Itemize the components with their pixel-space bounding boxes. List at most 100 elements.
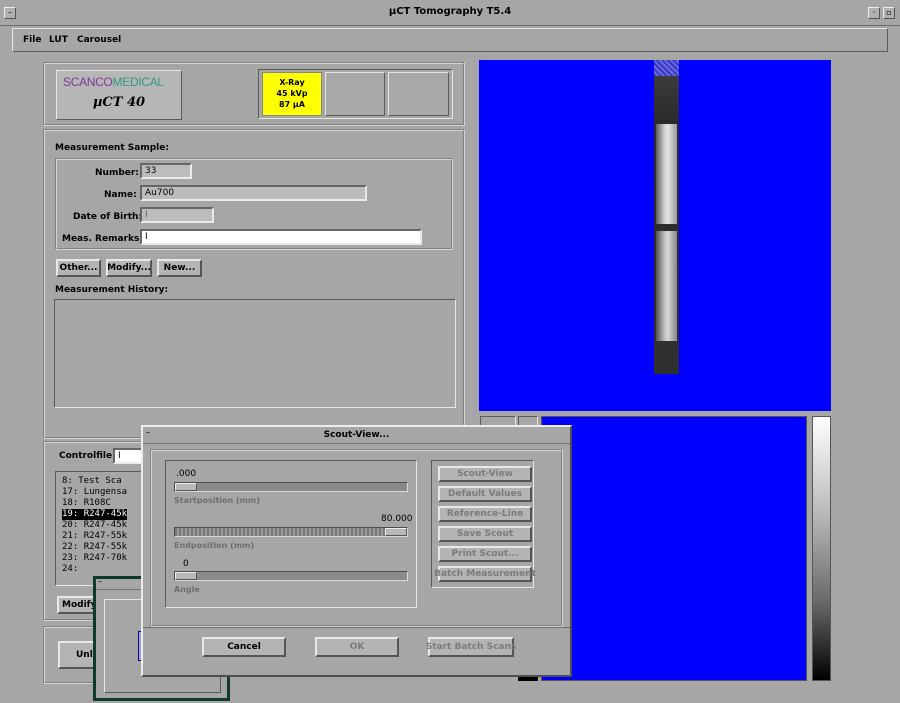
controlfile-item-number: 22: xyxy=(62,542,79,552)
start-position-value: .000 xyxy=(176,469,197,479)
start-position-thumb[interactable] xyxy=(175,483,197,491)
controlfile-list[interactable]: 8: Test Sca 17: Lungensa 18: R108C 19: R247… xyxy=(55,471,145,586)
maximize-icon[interactable]: ▫ xyxy=(883,7,895,19)
control-modify-button[interactable]: Modify xyxy=(57,596,97,614)
end-position-fill xyxy=(175,528,407,536)
scout-view-button[interactable]: Scout-View xyxy=(438,466,532,482)
controlfile-item-name: R247-70k xyxy=(83,553,128,563)
controlfile-list-item[interactable]: 20: R247-45k xyxy=(62,520,127,531)
end-position-caption: Endposition (mm) xyxy=(174,541,255,550)
number-field[interactable]: 33 xyxy=(140,163,192,179)
window-title-bar: – µCT Tomography T5.4 · ▫ xyxy=(0,0,900,26)
scanco-logo: SCANCOMEDICAL µCT 40 xyxy=(56,70,182,120)
xray-line2: 45 kVp xyxy=(276,89,308,98)
logo-brand-left: SCANCO xyxy=(63,75,113,89)
save-scout-button[interactable]: Save Scout xyxy=(438,526,532,542)
print-scout-button[interactable]: Print Scout... xyxy=(438,546,532,562)
ok-button[interactable]: OK xyxy=(315,637,399,657)
controlfile-item-number: 17: xyxy=(62,487,79,497)
dob-field[interactable]: I xyxy=(140,207,214,223)
sample-segment-upper xyxy=(656,124,677,224)
controlfile-list-item[interactable]: 18: R108C xyxy=(62,498,127,509)
background-dialog-menu-icon[interactable]: – xyxy=(98,577,102,586)
angle-thumb[interactable] xyxy=(175,572,197,580)
lut-grayscale-bar[interactable] xyxy=(812,416,831,681)
remarks-label: Meas. Remarks: xyxy=(62,234,143,244)
other-button[interactable]: Other... xyxy=(56,259,101,277)
controlfile-item-name: Lungensa xyxy=(83,487,128,497)
controlfile-rows: 8: Test Sca 17: Lungensa 18: R108C 19: R247… xyxy=(62,476,128,575)
reference-line-button[interactable]: Reference-Line xyxy=(438,506,532,522)
menu-file[interactable]: File xyxy=(23,35,41,45)
angle-slider[interactable] xyxy=(174,571,408,581)
end-position-thumb[interactable] xyxy=(385,528,407,536)
batch-measurement-button[interactable]: Batch Measurement xyxy=(434,566,536,582)
controlfile-list-item[interactable]: 17: Lungensa xyxy=(62,487,127,498)
controlfile-field[interactable]: I xyxy=(113,448,143,464)
xray-line3: 87 µA xyxy=(279,100,305,109)
xray-line1: X-Ray xyxy=(279,78,305,87)
sample-segment-lower xyxy=(656,231,677,341)
controlfile-item-name: Test Sca xyxy=(78,476,122,486)
start-position-slider[interactable] xyxy=(174,482,408,492)
number-label: Number: xyxy=(95,168,139,178)
controlfile-text-cursor-icon: I xyxy=(118,451,121,461)
controlfile-item-number: 19: xyxy=(62,509,79,519)
measurement-history-heading: Measurement History: xyxy=(55,285,169,295)
controlfile-item-name: R247-45k xyxy=(83,509,128,519)
controlfile-item-number: 21: xyxy=(62,531,79,541)
start-position-caption: Startposition (mm) xyxy=(174,496,261,505)
minimize-icon[interactable]: · xyxy=(868,7,880,19)
remarks-field[interactable]: I xyxy=(140,229,422,245)
controlfile-label: Controlfile: xyxy=(59,451,116,461)
end-position-value: 80.000 xyxy=(381,514,413,524)
controlfile-list-item[interactable]: 8: Test Sca xyxy=(62,476,127,487)
dob-label: Date of Birth: xyxy=(73,212,143,222)
measurement-history-list[interactable] xyxy=(54,299,456,408)
name-field[interactable]: Au700 xyxy=(140,185,367,201)
controlfile-item-number: 20: xyxy=(62,520,79,530)
logo-model: µCT 40 xyxy=(92,95,146,110)
menu-bar: File LUT Carousel xyxy=(12,28,888,52)
angle-value: 0 xyxy=(183,559,189,569)
menu-carousel[interactable]: Carousel xyxy=(77,35,121,45)
remarks-text-cursor-icon: I xyxy=(145,232,148,242)
default-values-button[interactable]: Default Values xyxy=(438,486,532,502)
modify-button[interactable]: Modify... xyxy=(106,259,152,277)
name-label: Name: xyxy=(104,190,137,200)
controlfile-list-item[interactable]: 22: R247-55k xyxy=(62,542,127,553)
scout-view-dialog: – Scout-View... .000 Startposition (mm) … xyxy=(141,425,572,677)
logo-brand-right: MEDICAL xyxy=(112,75,165,89)
controlfile-list-item[interactable]: 21: R247-55k xyxy=(62,531,127,542)
window-title: µCT Tomography T5.4 xyxy=(388,6,512,17)
controlfile-item-name: R247-55k xyxy=(83,531,128,541)
xray-status-badge: X-Ray 45 kVp 87 µA xyxy=(262,72,322,116)
status-slot-2 xyxy=(325,72,385,116)
angle-caption: Angle xyxy=(174,585,200,594)
controlfile-list-item[interactable]: 23: R247-70k xyxy=(62,553,127,564)
dob-text-cursor-icon: I xyxy=(145,210,148,220)
controlfile-item-name: R247-55k xyxy=(83,542,128,552)
controlfile-item-number: 23: xyxy=(62,553,79,563)
new-button[interactable]: New... xyxy=(157,259,202,277)
cancel-button[interactable]: Cancel xyxy=(202,637,286,657)
controlfile-list-item[interactable]: 24: xyxy=(62,564,127,575)
start-batch-scans-button[interactable]: Start Batch Scans xyxy=(426,637,516,657)
status-slots: X-Ray 45 kVp 87 µA xyxy=(258,69,453,119)
scout-dialog-title: Scout-View... xyxy=(323,430,390,440)
slice-image-view[interactable] xyxy=(541,416,807,681)
scout-image-view[interactable] xyxy=(479,60,831,411)
scout-dialog-titlebar: – Scout-View... xyxy=(143,427,570,444)
end-position-slider[interactable] xyxy=(174,527,408,537)
controlfile-item-number: 24: xyxy=(62,564,79,574)
controlfile-item-number: 8: xyxy=(62,476,73,486)
controlfile-item-number: 18: xyxy=(62,498,79,508)
scout-dialog-divider xyxy=(143,627,570,628)
controlfile-item-name: R108C xyxy=(83,498,111,508)
controlfile-list-item[interactable]: 19: R247-45k xyxy=(62,509,128,520)
menu-lut[interactable]: LUT xyxy=(49,35,68,45)
controlfile-item-name: R247-45k xyxy=(83,520,128,530)
sample-tube xyxy=(654,76,679,374)
measurement-sample-heading: Measurement Sample: xyxy=(55,143,169,153)
status-slot-3 xyxy=(388,72,449,116)
